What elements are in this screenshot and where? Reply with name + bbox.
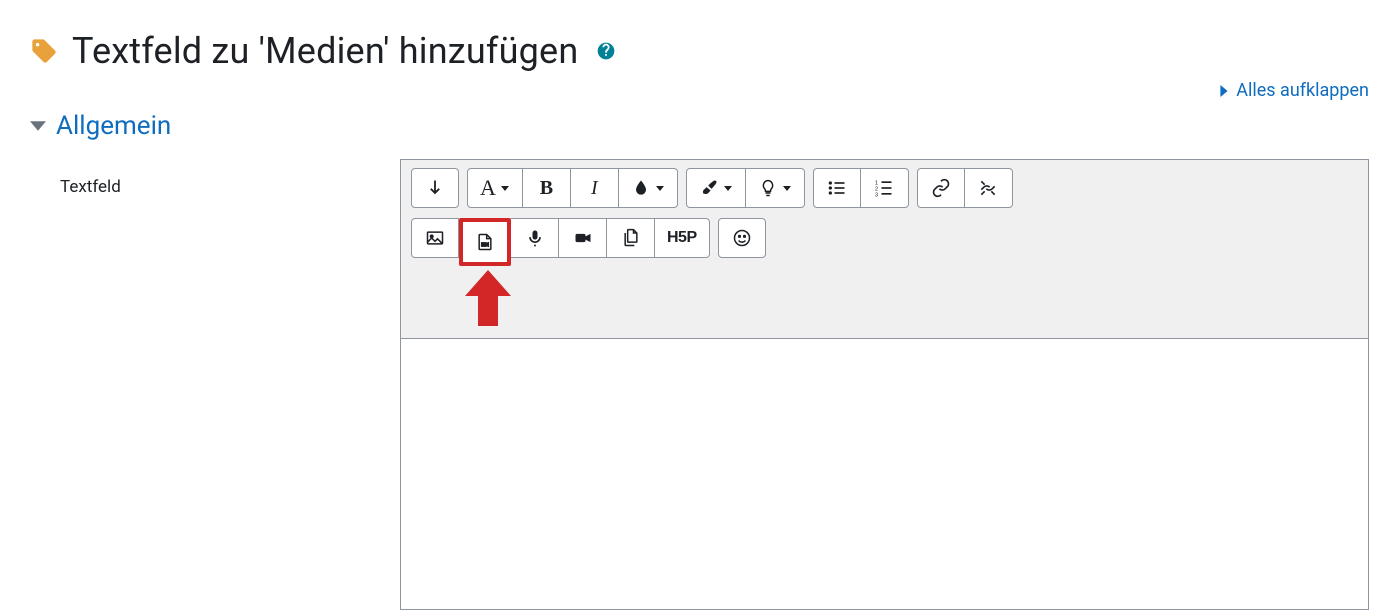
section-title: Allgemein <box>56 111 171 141</box>
rich-text-editor: A B I <box>400 159 1369 610</box>
paint-brush-icon <box>699 178 719 198</box>
page-title: Textfeld zu 'Medien' hinzufügen <box>72 30 578 72</box>
chevron-down-icon <box>782 183 792 193</box>
manage-files-button[interactable] <box>607 218 655 258</box>
arrow-down-icon <box>425 178 445 198</box>
bold-button[interactable]: B <box>523 168 571 208</box>
h5p-icon: H5P <box>667 229 697 247</box>
toggle-toolbar-button[interactable] <box>411 168 459 208</box>
brush-button[interactable] <box>686 168 746 208</box>
unlink-button[interactable] <box>965 168 1013 208</box>
microphone-button[interactable] <box>511 218 559 258</box>
video-camera-icon <box>573 228 593 248</box>
image-icon <box>425 228 445 248</box>
chevron-down-icon <box>723 183 733 193</box>
italic-icon: I <box>591 177 598 200</box>
expand-all-link[interactable]: Alles aufklappen <box>1218 80 1369 101</box>
link-button[interactable] <box>917 168 965 208</box>
bullet-list-button[interactable] <box>813 168 861 208</box>
italic-button[interactable]: I <box>571 168 619 208</box>
help-icon[interactable] <box>596 41 616 61</box>
list-ol-icon: 123 <box>874 178 894 198</box>
caret-right-icon <box>1218 85 1230 97</box>
record-video-button[interactable] <box>559 218 607 258</box>
field-label-textfeld: Textfeld <box>30 159 400 197</box>
svg-text:3: 3 <box>875 192 878 198</box>
lightbulb-button[interactable] <box>746 168 805 208</box>
caret-down-icon <box>30 118 46 134</box>
letter-a-icon: A <box>480 175 496 201</box>
expand-all-label: Alles aufklappen <box>1236 80 1369 101</box>
media-button[interactable] <box>459 218 511 266</box>
unlink-icon <box>978 178 998 198</box>
paragraph-style-button[interactable]: A <box>467 168 523 208</box>
numbered-list-button[interactable]: 123 <box>861 168 909 208</box>
page-heading: Textfeld zu 'Medien' hinzufügen <box>30 30 1369 72</box>
chevron-down-icon <box>500 183 510 193</box>
list-ul-icon <box>827 178 847 198</box>
tag-icon <box>30 37 58 65</box>
text-color-button[interactable] <box>619 168 678 208</box>
h5p-button[interactable]: H5P <box>655 218 710 258</box>
file-video-icon <box>475 232 495 252</box>
section-toggle-general[interactable]: Allgemein <box>30 111 1369 141</box>
emoji-button[interactable] <box>718 218 766 258</box>
editor-toolbar: A B I <box>401 160 1368 339</box>
editor-content-area[interactable] <box>401 339 1368 609</box>
image-button[interactable] <box>411 218 459 258</box>
microphone-icon <box>525 228 545 248</box>
arrow-up-icon <box>465 270 511 326</box>
link-icon <box>931 178 951 198</box>
bold-icon: B <box>540 177 553 200</box>
smile-icon <box>732 228 752 248</box>
tint-icon <box>631 178 651 198</box>
files-icon <box>621 228 641 248</box>
annotation-arrow <box>411 270 1358 330</box>
chevron-down-icon <box>655 183 665 193</box>
lightbulb-icon <box>758 178 778 198</box>
